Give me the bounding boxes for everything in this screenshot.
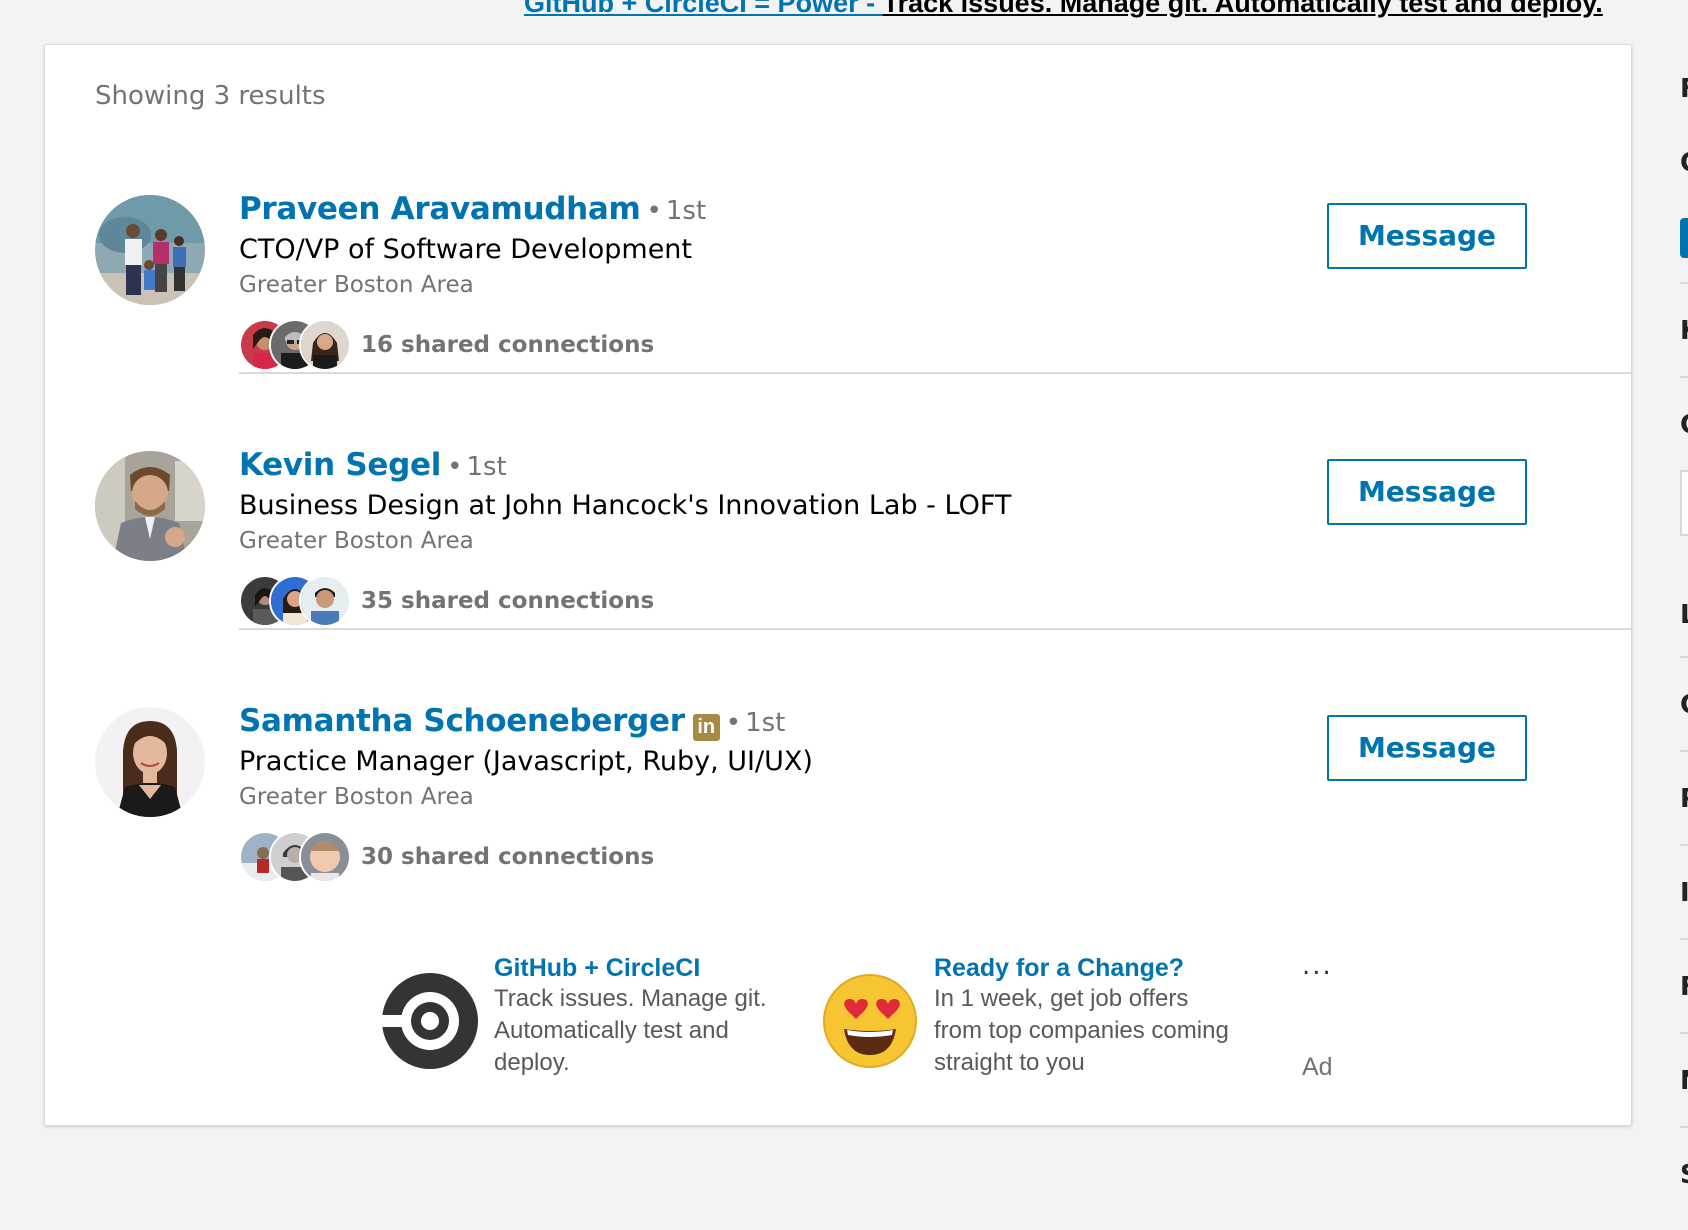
sidebar-divider (1680, 844, 1688, 846)
profile-location: Greater Boston Area (239, 272, 474, 298)
shared-connection-avatar (299, 319, 351, 371)
sidebar-divider (1680, 1032, 1688, 1034)
top-banner-link[interactable]: GitHub + CircleCI = Power - (524, 0, 883, 18)
profile-name-link[interactable]: Praveen Aravamudham (239, 191, 641, 227)
ad-label: Ad (1302, 1053, 1333, 1081)
result-item: Kevin Segel • 1st Business Design at John … (45, 401, 1633, 657)
shared-connections-label[interactable]: 30 shared connections (361, 844, 654, 870)
ad-text: GitHub + CircleCI Track issues. Manage g… (494, 953, 794, 1079)
ad-description[interactable]: Track issues. Manage git. Automatically … (494, 983, 794, 1079)
shared-connection-avatar (299, 575, 351, 627)
result-item: Praveen Aravamudham • 1st CTO/VP of Softwa… (45, 145, 1633, 401)
profile-location: Greater Boston Area (239, 784, 474, 810)
sidebar-divider (1680, 750, 1688, 752)
profile-name-link[interactable]: Samantha Schoeneberger (239, 703, 685, 739)
sidebar-divider (1680, 376, 1688, 378)
shared-connections-label[interactable]: 35 shared connections (361, 588, 654, 614)
heart-eyes-emoji-icon[interactable] (820, 971, 920, 1071)
profile-headline: CTO/VP of Software Development (239, 234, 693, 265)
ad-title[interactable]: Ready for a Change? (934, 953, 1234, 983)
shared-connection-avatars (239, 319, 351, 371)
profile-headline: Business Design at John Hancock's Innova… (239, 490, 1012, 521)
profile-name-link[interactable]: Kevin Segel (239, 447, 441, 483)
sidebar-heading: C (1680, 148, 1688, 178)
profile-avatar[interactable] (95, 195, 205, 305)
message-button[interactable]: Message (1327, 459, 1527, 525)
sidebar-divider (1680, 656, 1688, 658)
message-button[interactable]: Message (1327, 715, 1527, 781)
sidebar-heading: N (1680, 1066, 1688, 1096)
sidebar-input[interactable] (1680, 470, 1688, 536)
top-banner-text[interactable]: Track issues. Manage git. Automatically … (883, 0, 1603, 18)
sidebar-heading: S (1680, 1160, 1688, 1190)
result-info: Samantha Schoeneberger in • 1st Practice Ma… (239, 701, 813, 883)
connection-degree: • 1st (725, 708, 786, 738)
result-info: Praveen Aravamudham • 1st CTO/VP of Softwa… (239, 189, 706, 371)
shared-connections[interactable]: 16 shared connections (239, 319, 706, 371)
ad-title[interactable]: GitHub + CircleCI (494, 953, 794, 983)
sidebar-heading: I (1680, 878, 1688, 908)
profile-avatar[interactable] (95, 707, 205, 817)
result-divider (239, 372, 1631, 374)
sidebar-divider (1680, 282, 1688, 284)
sidebar-heading: C (1680, 410, 1688, 440)
ad-text: Ready for a Change? In 1 week, get job o… (934, 953, 1234, 1079)
shared-connection-avatar (299, 831, 351, 883)
shared-connections[interactable]: 35 shared connections (239, 575, 1011, 627)
profile-headline: Practice Manager (Javascript, Ruby, UI/U… (239, 746, 813, 777)
checkbox-checked[interactable] (1680, 218, 1688, 258)
sidebar-heading: F (1680, 972, 1688, 1002)
result-item: Samantha Schoeneberger in • 1st Practice Ma… (45, 657, 1633, 913)
profile-avatar[interactable] (95, 451, 205, 561)
result-info: Kevin Segel • 1st Business Design at John … (239, 445, 1011, 627)
circleci-logo-icon[interactable] (380, 971, 480, 1071)
profile-location: Greater Boston Area (239, 528, 474, 554)
filters-sidebar: F C K C L C P I F N S (1680, 0, 1688, 1230)
shared-connections[interactable]: 30 shared connections (239, 831, 813, 883)
linkedin-premium-icon: in (692, 714, 720, 741)
sidebar-heading: K (1680, 316, 1688, 346)
shared-connections-label[interactable]: 16 shared connections (361, 332, 654, 358)
results-count: Showing 3 results (95, 81, 326, 111)
message-button[interactable]: Message (1327, 203, 1527, 269)
sidebar-heading: L (1680, 600, 1688, 630)
ad-section: GitHub + CircleCI Track issues. Manage g… (45, 951, 1633, 1093)
sidebar-heading: F (1680, 74, 1688, 104)
connection-degree: • 1st (646, 196, 707, 226)
shared-connection-avatars (239, 831, 351, 883)
search-results-card: Showing 3 results Praveen Aravamudham • … (44, 44, 1632, 1126)
ad-description[interactable]: In 1 week, get job offers from top compa… (934, 983, 1234, 1079)
sidebar-heading: P (1680, 784, 1688, 814)
sidebar-divider (1680, 938, 1688, 940)
sidebar-heading: C (1680, 690, 1688, 720)
top-banner-ad[interactable]: GitHub + CircleCI = Power - Track issues… (524, 0, 1603, 20)
sidebar-divider (1680, 1126, 1688, 1128)
shared-connection-avatars (239, 575, 351, 627)
result-divider (239, 628, 1631, 630)
ad-more-options-icon[interactable]: ... (1302, 951, 1333, 981)
connection-degree: • 1st (447, 452, 507, 482)
